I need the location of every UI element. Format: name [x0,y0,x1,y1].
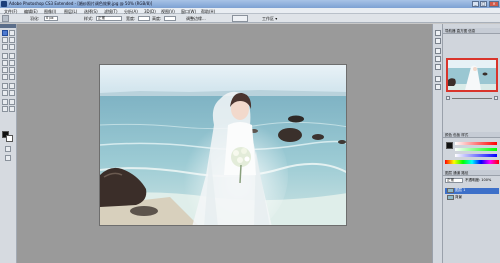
layer-row[interactable]: 背景 [445,195,499,201]
navigator-preview [448,60,496,90]
dodge-tool-icon[interactable] [9,74,15,80]
opacity-field[interactable]: 不透明度: 100% [465,178,491,183]
width-input[interactable] [138,16,150,21]
clone-source-panel-icon[interactable] [435,64,441,70]
navigator-thumbnail[interactable] [446,58,498,92]
panel-foreground-swatch[interactable] [446,142,453,149]
navigator-tab-label: 导航器 直方图 信息 [445,29,476,33]
layer-name: 背景 [455,195,462,199]
history-panel-icon[interactable] [435,30,441,36]
gradient-tool-icon[interactable] [9,67,15,73]
refine-edge-button[interactable]: 调整边缘... [186,16,206,22]
zoom-out-icon[interactable] [446,96,450,100]
color-panel-tabs[interactable]: 颜色 色板 样式 [443,132,500,138]
document-image[interactable] [99,64,347,226]
marquee-tool-preset-icon[interactable] [2,15,9,22]
color-ramp[interactable] [445,160,499,164]
hand-tool-icon[interactable] [2,106,8,112]
eraser-tool-icon[interactable] [2,67,8,73]
blue-slider[interactable] [455,154,497,157]
clone-stamp-tool-icon[interactable] [2,60,8,66]
magic-wand-tool-icon[interactable] [9,37,15,43]
style-label: 样式: [84,16,94,21]
panel-dock-strip [432,24,442,263]
maximize-button[interactable]: □ [480,1,487,7]
green-slider[interactable] [455,148,497,151]
notes-tool-icon[interactable] [2,99,8,105]
zoom-tool-icon[interactable] [9,106,15,112]
layer-name: 图层 1 [455,188,466,192]
navigator-panel-tabs[interactable]: 导航器 直方图 信息 [443,28,500,34]
crop-tool-icon[interactable] [2,44,8,50]
style-select[interactable]: 正常 [96,16,122,21]
feather-input[interactable]: 0 px [44,16,58,21]
workspace-icon-box[interactable] [232,15,248,22]
zoom-slider-track[interactable] [452,98,492,99]
tool-presets-panel-icon[interactable] [435,56,441,62]
zoom-in-icon[interactable] [494,96,498,100]
history-brush-tool-icon[interactable] [9,60,15,66]
background-color-swatch[interactable] [6,135,13,142]
brushes-panel-icon[interactable] [435,48,441,54]
marquee-tool-icon[interactable] [9,30,15,36]
actions-panel-icon[interactable] [435,38,441,44]
minimize-button[interactable]: _ [472,1,479,7]
healing-brush-tool-icon[interactable] [2,53,8,59]
photoshop-logo-icon [1,1,7,7]
blend-mode-select[interactable]: 正常 [445,178,463,183]
layers-panel-tabs[interactable]: 图层 通道 路径 [443,170,500,176]
panels-column: 导航器 直方图 信息 颜色 色板 样式 图层 通道 路径 正常 不透明度: 10… [442,24,500,263]
layers-tab-label: 图层 通道 路径 [445,171,469,175]
wedding-photo [100,65,346,225]
layer-row[interactable]: 图层 1 [445,188,499,194]
lasso-tool-icon[interactable] [2,37,8,43]
paragraph-panel-icon[interactable] [435,84,441,90]
workspace-dropdown[interactable]: 工作区 ▾ [262,16,277,22]
shape-tool-icon[interactable] [9,90,15,96]
blur-tool-icon[interactable] [2,74,8,80]
pen-tool-icon[interactable] [2,83,8,89]
red-slider[interactable] [455,142,497,145]
canvas-area[interactable] [17,24,432,263]
screen-mode-icon[interactable] [5,155,11,161]
move-tool-icon[interactable] [2,30,8,36]
slice-tool-icon[interactable] [9,44,15,50]
options-bar: 羽化: 0 px 样式: 正常 宽度: 高度: 调整边缘... 工作区 ▾ [0,14,500,23]
path-selection-tool-icon[interactable] [2,90,8,96]
eyedropper-tool-icon[interactable] [9,99,15,105]
layer-thumbnail [447,195,454,200]
feather-label: 羽化: [30,16,40,21]
toolbox-header [0,24,16,28]
title-bar: Adobe Photoshop CS3 Extended - [婚纱照片调色效果… [0,0,500,8]
height-label: 高度: [152,16,162,21]
close-button[interactable]: × [489,1,499,7]
width-label: 宽度: [126,16,136,21]
window-title: Adobe Photoshop CS3 Extended - [婚纱照片调色效果… [9,1,153,6]
brush-tool-icon[interactable] [9,53,15,59]
color-tab-label: 颜色 色板 样式 [445,133,469,137]
toolbox [0,24,17,263]
height-input[interactable] [164,16,176,21]
layer-thumbnail [447,188,454,193]
quick-mask-icon[interactable] [5,146,11,152]
type-tool-icon[interactable] [9,83,15,89]
character-panel-icon[interactable] [435,76,441,82]
